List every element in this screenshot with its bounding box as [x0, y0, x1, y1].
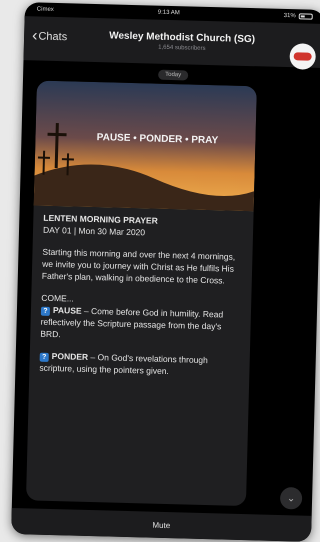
- church-logo-icon: [293, 52, 312, 61]
- status-right: 31%: [284, 13, 313, 20]
- question-badge-icon: ?: [40, 306, 51, 316]
- post-banner-image[interactable]: PAUSE • PONDER • PRAY: [33, 80, 257, 212]
- chat-header: ‹ Chats Wesley Methodist Church (SG) 1,6…: [23, 16, 320, 70]
- back-label: Chats: [38, 30, 68, 44]
- battery-icon: [298, 13, 313, 20]
- chevron-down-icon: ⌄: [286, 492, 296, 504]
- ponder-paragraph: ? PONDER – On God's revelations through s…: [39, 350, 240, 379]
- back-button[interactable]: ‹ Chats: [31, 27, 68, 45]
- chevron-left-icon: ‹: [31, 27, 38, 45]
- scroll-to-bottom-button[interactable]: ⌄: [279, 487, 303, 510]
- channel-avatar[interactable]: [289, 43, 317, 70]
- status-time: 9:13 AM: [157, 9, 180, 17]
- question-badge-icon: ?: [39, 352, 49, 362]
- pause-label: PAUSE: [52, 305, 82, 316]
- carrier: Cimex: [36, 6, 54, 13]
- mute-button[interactable]: Mute: [152, 520, 170, 529]
- message-text: LENTEN MORNING PRAYER DAY 01 | Mon 30 Ma…: [29, 205, 253, 385]
- post-intro: Starting this morning and over the next …: [41, 246, 236, 286]
- phone-frame: Cimex 9:13 AM 31% ‹ Chats Wesley Methodi…: [11, 2, 320, 542]
- message-bubble[interactable]: PAUSE • PONDER • PRAY LENTEN MORNING PRA…: [25, 80, 257, 507]
- bottom-bar: Mute: [11, 507, 312, 542]
- ponder-label: PONDER: [51, 350, 89, 362]
- pause-paragraph: ? PAUSE – Come before God in humility. Re…: [40, 304, 241, 345]
- battery-percent: 31%: [283, 12, 296, 20]
- channel-title-area[interactable]: Wesley Methodist Church (SG) 1,654 subsc…: [84, 30, 280, 54]
- date-separator: Today: [158, 69, 189, 81]
